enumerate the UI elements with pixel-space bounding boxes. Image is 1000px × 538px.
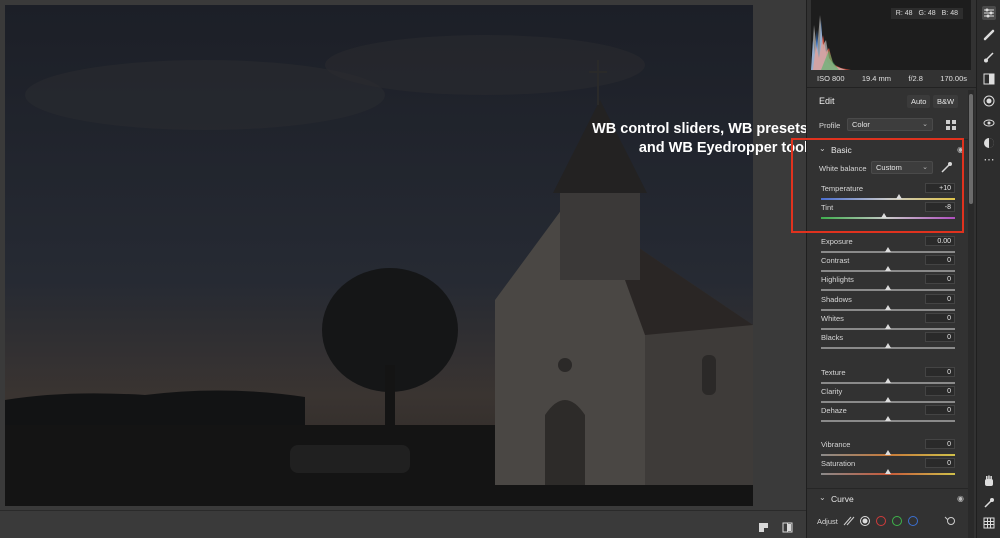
slider-value-field[interactable]: 0 <box>925 274 955 284</box>
tool-strip: ⋯ <box>976 0 1000 538</box>
more-icon[interactable]: ⋯ <box>982 152 996 166</box>
slider-label: Saturation <box>821 459 856 468</box>
slider-row-blacks: Blacks 0 <box>807 332 970 351</box>
slider-label: Clarity <box>821 387 843 396</box>
hand-icon[interactable] <box>982 474 996 488</box>
before-after-icon[interactable] <box>782 520 793 533</box>
slider-thumb[interactable] <box>885 416 891 421</box>
slider-value-field[interactable]: 0 <box>925 405 955 415</box>
slider-thumb[interactable] <box>885 324 891 329</box>
healing-icon[interactable] <box>982 28 996 42</box>
scrollbar-thumb[interactable] <box>969 94 973 204</box>
canvas-bottom-bar <box>0 510 806 538</box>
toggle-view-icon[interactable] <box>758 520 769 532</box>
image-canvas[interactable]: WB control sliders, WB presets and WB Ey… <box>0 0 808 538</box>
iso-value: ISO 800 <box>817 74 845 83</box>
slider-value-field[interactable]: 0 <box>925 458 955 468</box>
slider-thumb[interactable] <box>885 397 891 402</box>
slider-row-whites: Whites 0 <box>807 313 970 332</box>
slider-label: Blacks <box>821 333 844 342</box>
chevron-down-icon: ⌄ <box>819 493 826 502</box>
slider-label: Highlights <box>821 275 854 284</box>
r-value: R: 48 <box>895 10 913 17</box>
edit-title: Edit <box>819 96 835 106</box>
slider-value-field[interactable]: 0 <box>925 439 955 449</box>
redeye-icon[interactable] <box>982 116 996 130</box>
profile-value: Color <box>852 120 870 129</box>
slider-label: Dehaze <box>821 406 847 415</box>
slider-thumb[interactable] <box>885 247 891 252</box>
visibility-eye-icon[interactable]: ◉ <box>957 494 964 503</box>
slider-row-saturation: Saturation 0 <box>807 458 970 477</box>
profile-browser-icon[interactable] <box>944 118 958 132</box>
b-value: B: 48 <box>941 10 958 17</box>
camera-info: ISO 800 19.4 mm f/2.8 170.00s <box>807 70 976 88</box>
presets-icon[interactable] <box>982 136 996 150</box>
chevron-updown-icon: ⌄ <box>922 121 928 128</box>
shutter-speed: 170.00s <box>940 74 967 83</box>
histogram: R: 48 G: 48 B: 48 <box>811 0 971 70</box>
slider-thumb[interactable] <box>885 305 891 310</box>
curve-adjust-label: Adjust <box>817 517 838 526</box>
photo-preview <box>5 5 753 506</box>
slider-row-dehaze: Dehaze 0 <box>807 405 970 424</box>
eyedropper-icon[interactable] <box>982 496 996 510</box>
curve-channel-selector <box>843 514 963 526</box>
edit-panel: R: 48 G: 48 B: 48 ISO 800 19.4 mm f/2.8 … <box>806 0 976 538</box>
slider-row-shadows: Shadows 0 <box>807 294 970 313</box>
profile-select[interactable]: Color ⌄ <box>847 118 933 131</box>
curve-title: Curve <box>831 494 854 504</box>
panel-scrollbar[interactable] <box>968 90 974 538</box>
slider-value-field[interactable]: 0 <box>925 386 955 396</box>
slider-label: Whites <box>821 314 844 323</box>
slider-row-vibrance: Vibrance 0 <box>807 439 970 458</box>
bw-button[interactable]: B&W <box>933 95 959 108</box>
annotation-line-1: WB control sliders, WB presets <box>592 121 808 137</box>
slider-thumb[interactable] <box>885 450 891 455</box>
slider-label: Texture <box>821 368 846 377</box>
slider-value-field[interactable]: 0.00 <box>925 236 955 246</box>
slider-value-field[interactable]: 0 <box>925 332 955 342</box>
slider-row-clarity: Clarity 0 <box>807 386 970 405</box>
slider-label: Contrast <box>821 256 850 265</box>
annotation-highlight-box <box>791 138 964 233</box>
parametric-curve-icon <box>843 516 855 526</box>
sliders-icon[interactable] <box>982 6 996 20</box>
slider-row-texture: Texture 0 <box>807 367 970 386</box>
slider-row-highlights: Highlights 0 <box>807 274 970 293</box>
brush-icon[interactable] <box>982 50 996 64</box>
aperture: f/2.8 <box>908 74 923 83</box>
slider-thumb[interactable] <box>885 343 891 348</box>
slider-thumb[interactable] <box>885 469 891 474</box>
grid-icon[interactable] <box>982 516 996 530</box>
auto-button[interactable]: Auto <box>907 95 931 108</box>
profile-label: Profile <box>819 121 841 130</box>
annotation-line-2: and WB Eyedropper tool <box>638 140 808 156</box>
slider-value-field[interactable]: 0 <box>925 367 955 377</box>
focal-length: 19.4 mm <box>861 74 892 83</box>
slider-value-field[interactable]: 0 <box>925 294 955 304</box>
slider-value-field[interactable]: 0 <box>925 313 955 323</box>
rgb-readout: R: 48 G: 48 B: 48 <box>890 8 963 19</box>
curve-section-header[interactable]: ⌄ Curve ◉ <box>807 488 970 508</box>
slider-row-exposure: Exposure 0.00 <box>807 236 970 255</box>
slider-label: Exposure <box>821 237 853 246</box>
slider-thumb[interactable] <box>885 285 891 290</box>
slider-label: Vibrance <box>821 440 851 449</box>
slider-thumb[interactable] <box>885 378 891 383</box>
slider-row-contrast: Contrast 0 <box>807 255 970 274</box>
radial-icon[interactable] <box>982 94 996 108</box>
g-value: G: 48 <box>918 10 936 17</box>
slider-label: Shadows <box>821 295 852 304</box>
slider-thumb[interactable] <box>885 266 891 271</box>
gradient-icon[interactable] <box>982 72 996 86</box>
slider-value-field[interactable]: 0 <box>925 255 955 265</box>
annotation-text: WB control sliders, WB presets and WB Ey… <box>560 120 808 158</box>
